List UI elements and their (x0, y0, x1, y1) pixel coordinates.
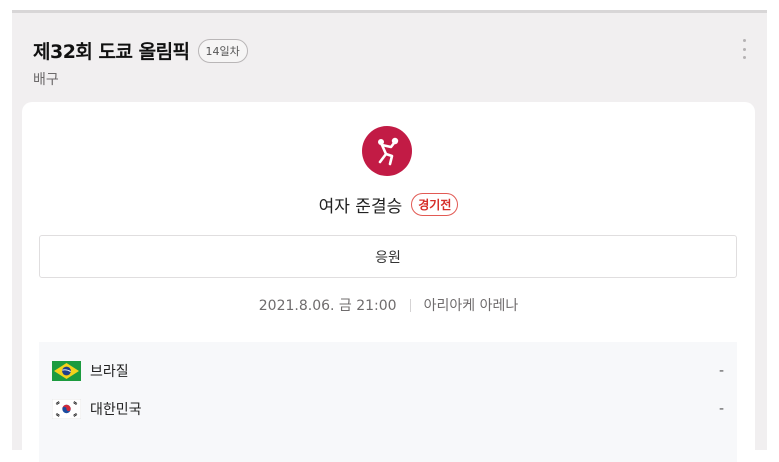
match-meta: 2021.8.06. 금 21:00 아리아케 아레나 (22, 295, 755, 315)
team-name: 브라질 (90, 364, 129, 380)
list-item[interactable]: 브라질 - (52, 359, 724, 383)
cheer-button[interactable]: 응원 (39, 235, 737, 278)
status-badge: 경기전 (411, 193, 459, 216)
divider (409, 298, 411, 312)
korea-flag-icon (52, 399, 81, 419)
more-options-icon[interactable] (741, 39, 747, 59)
day-badge: 14일차 (197, 38, 248, 63)
sport-label: 배구 (33, 72, 59, 88)
brazil-flag-icon (52, 361, 81, 381)
volleyball-icon (362, 126, 412, 176)
widget-header: 제32회 도쿄 올림픽 14일차 (33, 37, 248, 64)
team-score: - (718, 401, 724, 417)
list-item[interactable]: 대한민국 - (52, 397, 724, 421)
team-list: 브라질 - 대한민국 - (39, 342, 737, 462)
match-venue: 아리아케 아레나 (423, 298, 519, 314)
match-card: 여자 준결승 경기전 응원 2021.8.06. 금 21:00 아리아케 아레… (22, 102, 755, 462)
event-name: 여자 준결승 (318, 197, 403, 217)
team-score: - (718, 363, 724, 379)
event-row: 여자 준결승 경기전 (22, 192, 755, 217)
olympics-widget: 제32회 도쿄 올림픽 14일차 배구 여자 준결승 경기전 응원 2021.8… (12, 10, 767, 462)
team-name: 대한민국 (90, 402, 142, 418)
match-datetime: 2021.8.06. 금 21:00 (258, 298, 397, 314)
page-title[interactable]: 제32회 도쿄 올림픽 (33, 37, 190, 64)
